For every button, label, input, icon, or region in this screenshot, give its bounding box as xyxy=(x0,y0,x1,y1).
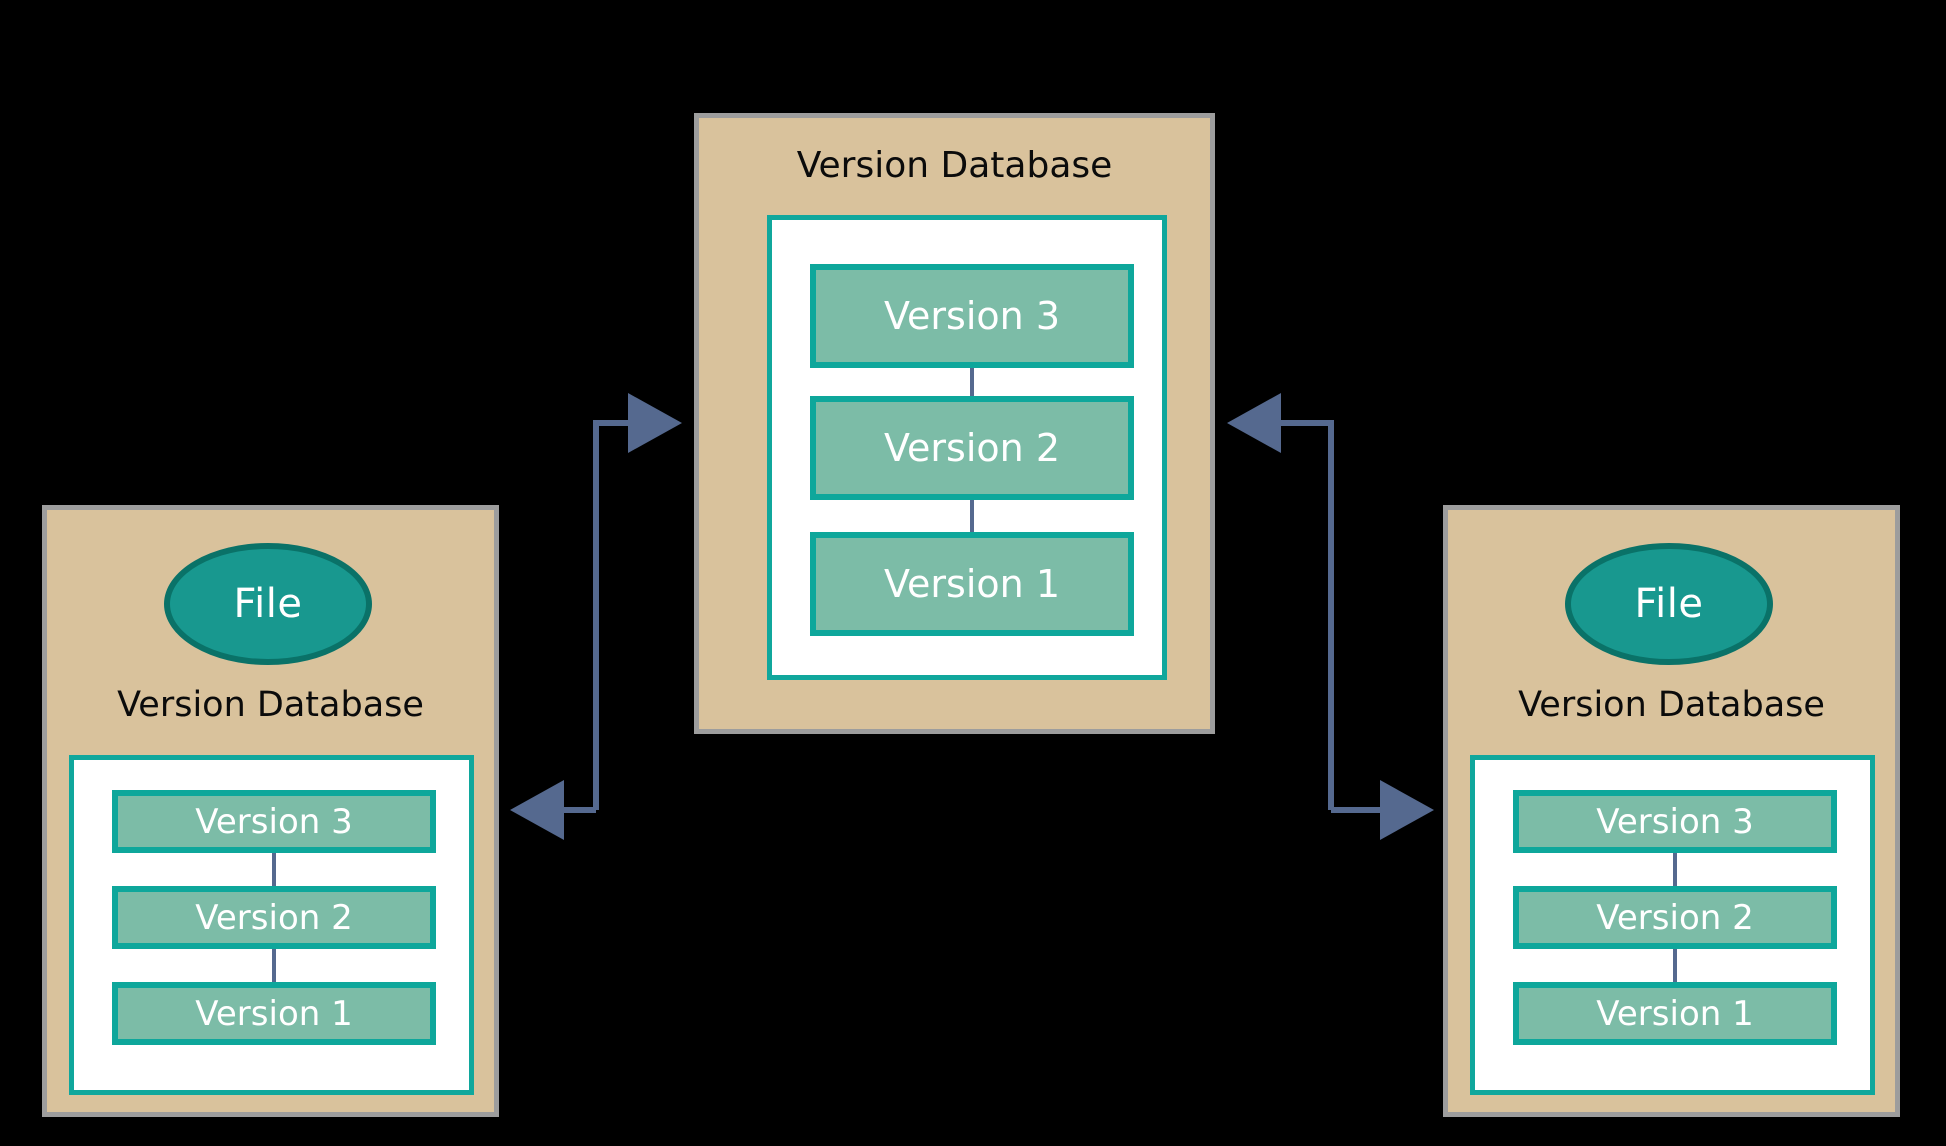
left-version-3-label: Version 3 xyxy=(195,801,353,842)
left-connector-3-2 xyxy=(272,853,276,886)
right-version-3[interactable]: Version 3 xyxy=(1513,790,1837,853)
left-panel-caption: Version Database xyxy=(117,685,424,725)
left-version-2[interactable]: Version 2 xyxy=(112,886,436,949)
left-version-database: Version 3 Version 2 Version 1 xyxy=(69,755,474,1095)
left-version-1[interactable]: Version 1 xyxy=(112,982,436,1045)
left-version-stack: Version 3 Version 2 Version 1 xyxy=(74,760,469,1090)
left-connector-2-1 xyxy=(272,949,276,982)
server-version-stack: Version 3 Version 2 Version 1 xyxy=(772,220,1162,675)
right-version-1[interactable]: Version 1 xyxy=(1513,982,1837,1045)
right-version-database: Version 3 Version 2 Version 1 xyxy=(1470,755,1875,1095)
server-version-2[interactable]: Version 2 xyxy=(810,396,1134,500)
server-version-3-label: Version 3 xyxy=(884,294,1060,338)
server-panel-caption: Version Database xyxy=(796,145,1113,186)
server-version-database: Version 3 Version 2 Version 1 xyxy=(767,215,1167,680)
arrow-right-client-to-server xyxy=(1227,393,1334,810)
right-file-ellipse[interactable]: File xyxy=(1565,543,1773,665)
left-version-3[interactable]: Version 3 xyxy=(112,790,436,853)
right-version-2-label: Version 2 xyxy=(1596,897,1754,938)
left-file-label: File xyxy=(233,581,303,627)
left-client-panel[interactable]: File Version Database Version 3 Version … xyxy=(42,505,499,1117)
right-panel-caption: Version Database xyxy=(1518,685,1825,725)
right-client-panel[interactable]: File Version Database Version 3 Version … xyxy=(1443,505,1900,1117)
right-file-label: File xyxy=(1634,581,1704,627)
diagram-canvas: Version Database Version 3 Version 2 Ver… xyxy=(0,0,1946,1146)
server-panel[interactable]: Version Database Version 3 Version 2 Ver… xyxy=(694,113,1215,734)
server-connector-3-2 xyxy=(970,368,974,396)
right-version-3-label: Version 3 xyxy=(1596,801,1754,842)
right-connector-2-1 xyxy=(1673,949,1677,982)
right-version-stack: Version 3 Version 2 Version 1 xyxy=(1475,760,1870,1090)
left-version-2-label: Version 2 xyxy=(195,897,353,938)
server-version-3[interactable]: Version 3 xyxy=(810,264,1134,368)
server-version-1-label: Version 1 xyxy=(884,562,1060,606)
left-file-ellipse[interactable]: File xyxy=(164,543,372,665)
server-version-2-label: Version 2 xyxy=(884,426,1060,470)
arrow-left-client-to-server xyxy=(593,393,682,810)
left-version-1-label: Version 1 xyxy=(195,993,353,1034)
right-version-1-label: Version 1 xyxy=(1596,993,1754,1034)
right-connector-3-2 xyxy=(1673,853,1677,886)
server-connector-2-1 xyxy=(970,500,974,532)
server-version-1[interactable]: Version 1 xyxy=(810,532,1134,636)
right-version-2[interactable]: Version 2 xyxy=(1513,886,1837,949)
